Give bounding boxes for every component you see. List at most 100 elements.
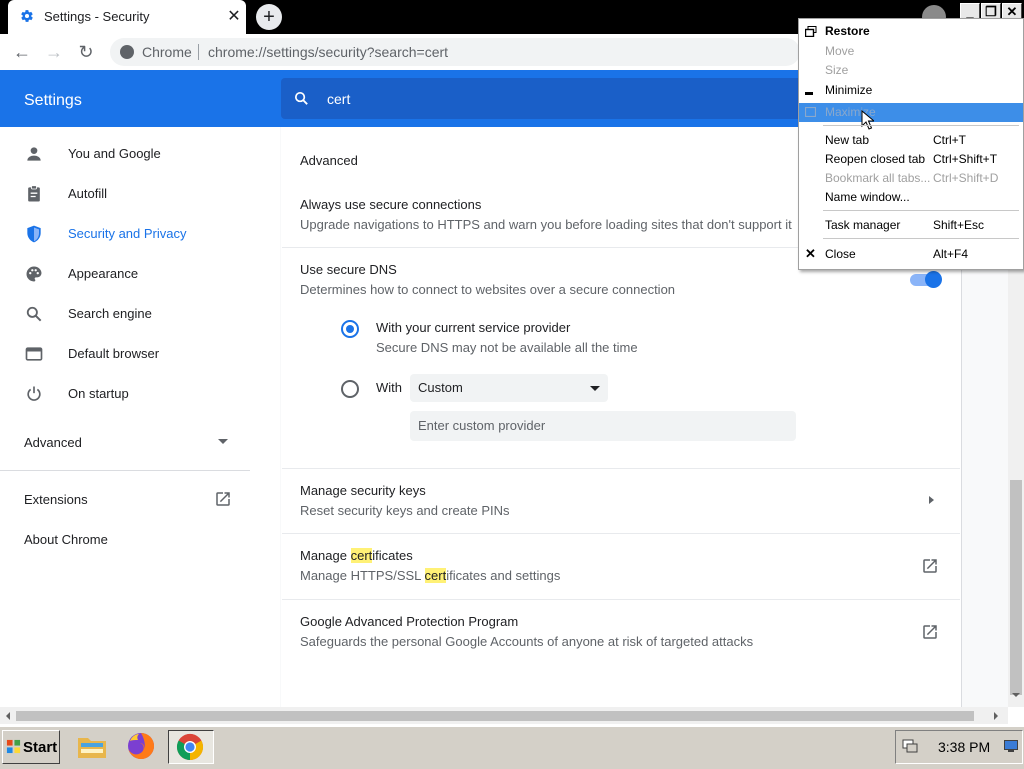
windows-logo-icon xyxy=(6,739,21,754)
show-desktop-icon[interactable] xyxy=(1004,740,1018,752)
row-subtitle: Upgrade navigations to HTTPS and warn yo… xyxy=(300,217,792,232)
chevron-right-icon[interactable] xyxy=(929,496,934,504)
taskbar-firefox[interactable] xyxy=(122,730,162,762)
menu-shortcut: Shift+Esc xyxy=(933,218,985,232)
text-part: Manage HTTPS/SSL xyxy=(300,568,425,583)
menu-shortcut: Ctrl+T xyxy=(933,133,966,147)
search-icon xyxy=(293,90,310,107)
menu-label: Name window... xyxy=(825,190,910,204)
open-in-new-icon[interactable] xyxy=(921,623,939,641)
input-placeholder: Enter custom provider xyxy=(418,418,546,433)
custom-provider-input[interactable]: Enter custom provider xyxy=(410,411,796,441)
chrome-icon xyxy=(175,732,205,762)
menu-label: Size xyxy=(825,63,849,77)
row-title: Use secure DNS xyxy=(300,262,397,277)
search-icon xyxy=(24,304,44,324)
menu-item-task-manager[interactable]: Task manager Shift+Esc xyxy=(799,216,1023,235)
toggle-knob[interactable] xyxy=(925,271,942,288)
tab-close-icon[interactable]: ✕ xyxy=(224,7,244,27)
scroll-right-arrow-icon[interactable] xyxy=(994,712,1002,720)
row-manage-security-keys[interactable] xyxy=(282,469,960,533)
menu-item-restore[interactable]: Restore xyxy=(799,22,1023,41)
row-subtitle: Reset security keys and create PINs xyxy=(300,503,510,518)
menu-label: Bookmark all tabs... xyxy=(825,171,931,185)
select-value: Custom xyxy=(418,380,463,395)
palette-icon xyxy=(24,264,44,284)
vertical-scroll-thumb[interactable] xyxy=(1010,480,1022,695)
back-button[interactable]: ← xyxy=(10,40,34,64)
network-icon[interactable] xyxy=(902,739,918,753)
menu-label: New tab xyxy=(825,133,870,147)
minimize-icon xyxy=(805,92,813,95)
row-manage-certificates[interactable] xyxy=(282,534,960,598)
start-button[interactable]: Start xyxy=(2,730,60,764)
horizontal-scroll-thumb[interactable] xyxy=(16,711,974,721)
restore-icon xyxy=(805,26,817,37)
menu-shortcut: Ctrl+Shift+D xyxy=(933,171,999,185)
browser-icon xyxy=(24,344,44,364)
section-title: Advanced xyxy=(300,153,358,168)
shield-icon xyxy=(24,224,44,244)
scroll-left-arrow-icon[interactable] xyxy=(2,712,10,720)
menu-item-move: Move xyxy=(799,42,1023,61)
sidebar-item-default-browser[interactable]: Default browser xyxy=(0,334,260,374)
dns-provider-select[interactable]: Custom xyxy=(410,374,608,402)
search-input[interactable]: cert xyxy=(327,91,350,107)
system-tray: 3:38 PM xyxy=(895,730,1023,764)
chevron-down-icon[interactable] xyxy=(218,439,228,444)
omnibox-separator xyxy=(198,44,199,60)
close-icon: ✕ xyxy=(805,246,816,261)
sidebar-item-security-and-privacy[interactable]: Security and Privacy xyxy=(0,214,260,254)
row-subtitle: Safeguards the personal Google Accounts … xyxy=(300,634,754,649)
sidebar-item-appearance[interactable]: Appearance xyxy=(0,254,260,294)
new-tab-button[interactable]: + xyxy=(256,4,282,30)
taskbar-file-explorer[interactable] xyxy=(72,730,112,762)
radio-current-provider[interactable] xyxy=(341,320,359,338)
search-highlight: cert xyxy=(350,548,373,563)
sidebar-item-search-engine[interactable]: Search engine xyxy=(0,294,260,334)
menu-item-minimize[interactable]: Minimize xyxy=(799,81,1023,100)
power-icon xyxy=(24,384,44,404)
row-title: Google Advanced Protection Program xyxy=(300,614,519,629)
menu-item-maximize[interactable]: Maximize xyxy=(799,103,1023,130)
menu-separator xyxy=(823,125,1019,126)
open-in-new-icon[interactable] xyxy=(214,490,232,508)
window-context-menu: Restore Move Size Minimize Maximize New … xyxy=(798,18,1024,270)
forward-button[interactable]: → xyxy=(42,40,66,64)
text-part: Manage xyxy=(300,548,351,563)
sidebar-item-label: Default browser xyxy=(68,346,160,361)
radio-custom-provider[interactable] xyxy=(341,380,359,398)
folder-icon xyxy=(76,732,108,760)
reload-button[interactable]: ↻ xyxy=(74,40,98,64)
menu-item-new-tab[interactable]: New tab Ctrl+T xyxy=(799,131,1023,150)
settings-search-field[interactable]: cert xyxy=(281,78,799,119)
sidebar-item-label: On startup xyxy=(68,386,129,401)
clock[interactable]: 3:38 PM xyxy=(938,739,990,755)
sidebar-item-label: Security and Privacy xyxy=(68,226,187,241)
sidebar-item-on-startup[interactable]: On startup xyxy=(0,374,260,414)
site-info-icon[interactable] xyxy=(120,45,134,59)
row-advanced-protection[interactable] xyxy=(282,600,960,664)
sidebar-item-about-chrome[interactable]: About Chrome xyxy=(24,532,108,547)
menu-label: Move xyxy=(825,44,855,58)
taskbar-chrome[interactable] xyxy=(168,730,214,764)
menu-separator xyxy=(823,210,1019,211)
mouse-cursor-icon xyxy=(861,110,874,130)
radio-subtitle: Secure DNS may not be available all the … xyxy=(376,340,638,355)
text-part: ificates and settings xyxy=(446,568,561,583)
scroll-down-arrow-icon[interactable] xyxy=(1012,693,1020,701)
menu-item-close[interactable]: ✕ Close Alt+F4 xyxy=(799,245,1023,264)
address-bar[interactable]: Chrome chrome://settings/security?search… xyxy=(110,38,800,66)
sidebar-item-autofill[interactable]: Autofill xyxy=(0,174,260,214)
menu-item-name-window[interactable]: Name window... xyxy=(799,188,1023,207)
sidebar-item-extensions[interactable]: Extensions xyxy=(24,492,88,507)
sidebar-advanced-toggle[interactable]: Advanced xyxy=(24,435,82,450)
tab-settings-security[interactable]: Settings - Security ✕ xyxy=(8,0,246,34)
sidebar-item-you-and-google[interactable]: You and Google xyxy=(0,134,260,174)
clipboard-icon xyxy=(24,184,44,204)
menu-item-bookmark-all-tabs: Bookmark all tabs... Ctrl+Shift+D xyxy=(799,169,1023,188)
radio-label: With xyxy=(376,380,402,395)
menu-item-reopen-closed-tab[interactable]: Reopen closed tab Ctrl+Shift+T xyxy=(799,150,1023,169)
open-in-new-icon[interactable] xyxy=(921,557,939,575)
sidebar-item-label: Autofill xyxy=(68,186,108,201)
